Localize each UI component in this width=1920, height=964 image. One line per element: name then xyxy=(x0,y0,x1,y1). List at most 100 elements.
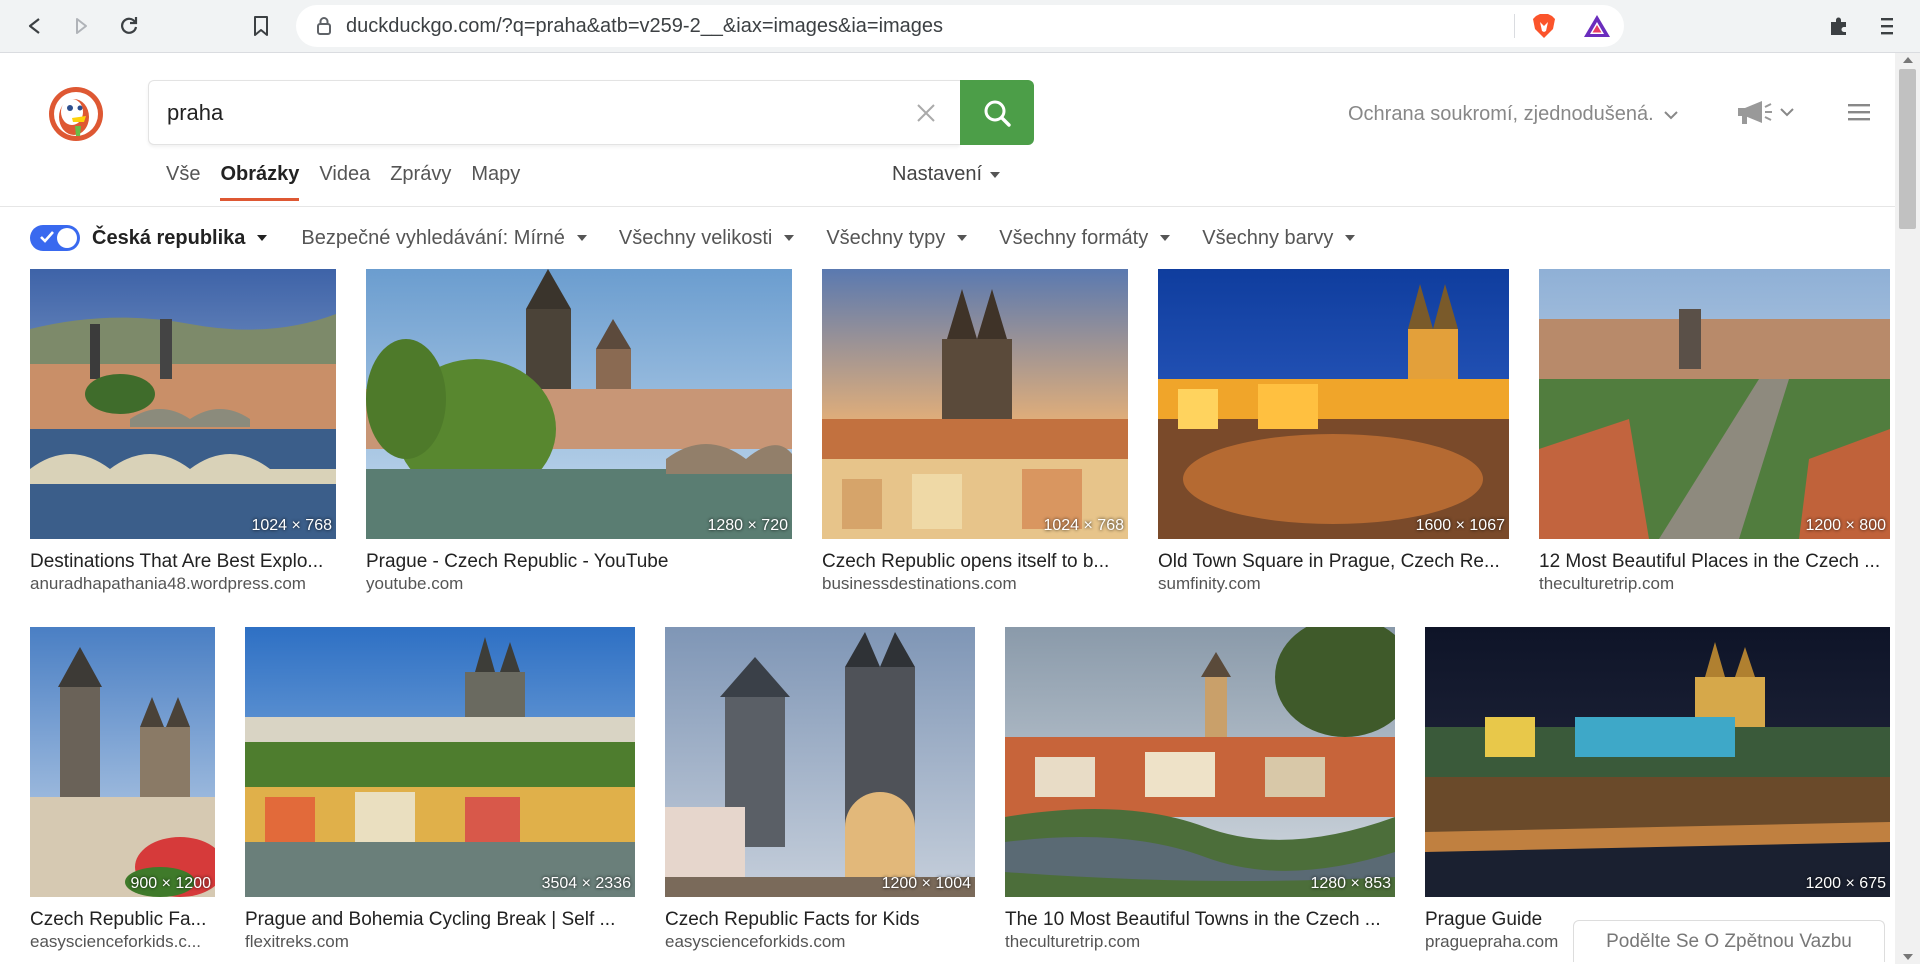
result-thumbnail[interactable]: 900 × 1200 xyxy=(30,627,215,897)
region-toggle[interactable] xyxy=(30,225,80,251)
result-title[interactable]: Czech Republic opens itself to b... xyxy=(822,551,1128,573)
result-thumbnail[interactable]: 1200 × 1004 xyxy=(665,627,975,897)
filter-label: Bezpečné vyhledávání: Mírné xyxy=(301,226,565,249)
feedback-button[interactable]: Podělte Se O Zpětnou Vazbu xyxy=(1573,920,1885,962)
result-source[interactable]: theculturetrip.com xyxy=(1005,931,1395,953)
image-dimensions: 1200 × 1004 xyxy=(881,875,971,892)
type-filter[interactable]: Všechny typy xyxy=(826,226,968,250)
prague-castle-night-image xyxy=(1425,627,1890,897)
result-thumbnail[interactable]: 3504 × 2336 xyxy=(245,627,635,897)
old-town-hall-tower-image xyxy=(30,627,215,897)
puzzle-icon xyxy=(1831,17,1846,35)
result-title[interactable]: The 10 Most Beautiful Towns in the Czech… xyxy=(1005,909,1395,931)
result-thumbnail[interactable]: 1024 × 768 xyxy=(822,269,1128,539)
size-filter[interactable]: Všechny velikosti xyxy=(619,227,795,250)
image-result[interactable]: 1024 × 768 Czech Republic opens itself t… xyxy=(822,269,1128,595)
image-result[interactable]: 1200 × 1004 Czech Republic Facts for Kid… xyxy=(665,627,975,953)
image-result[interactable]: 1200 × 675 Prague Guide praguepraha.com xyxy=(1425,627,1890,953)
result-source[interactable]: easyscienceforkids.c... xyxy=(30,931,215,953)
result-source[interactable]: youtube.com xyxy=(366,573,792,595)
filter-label: Všechny typy xyxy=(826,226,946,249)
format-filter[interactable]: Všechny formáty xyxy=(999,226,1171,250)
result-title[interactable]: Czech Republic Facts for Kids xyxy=(665,909,975,931)
result-title[interactable]: 12 Most Beautiful Places in the Czech ..… xyxy=(1539,551,1890,573)
chevron-down-icon xyxy=(1780,108,1794,117)
result-title[interactable]: Czech Republic Fa... xyxy=(30,909,215,931)
result-thumbnail[interactable]: 1280 × 720 xyxy=(366,269,792,539)
image-result[interactable]: 3504 × 2336 Prague and Bohemia Cycling B… xyxy=(245,627,635,953)
image-dimensions: 3504 × 2336 xyxy=(541,875,631,892)
image-result[interactable]: 1600 × 1067 Old Town Square in Prague, C… xyxy=(1158,269,1509,595)
tab-videos[interactable]: Videa xyxy=(309,163,380,200)
result-source[interactable]: theculturetrip.com xyxy=(1539,573,1890,595)
result-title[interactable]: Destinations That Are Best Explo... xyxy=(30,551,336,573)
image-result[interactable]: 1200 × 800 12 Most Beautiful Places in t… xyxy=(1539,269,1890,595)
result-title[interactable]: Prague - Czech Republic - YouTube xyxy=(366,551,792,573)
brave-shields-icon[interactable] xyxy=(1532,13,1556,39)
color-filter[interactable]: Všechny barvy xyxy=(1202,227,1356,250)
image-result[interactable]: 1280 × 720 Prague - Czech Republic - You… xyxy=(366,269,792,595)
search-input[interactable] xyxy=(167,81,867,144)
result-thumbnail[interactable]: 1200 × 800 xyxy=(1539,269,1890,539)
caret-down-icon xyxy=(990,171,1001,178)
scroll-down-icon[interactable] xyxy=(1903,954,1913,960)
image-result[interactable]: 1280 × 853 The 10 Most Beautiful Towns i… xyxy=(1005,627,1395,953)
tab-all[interactable]: Vše xyxy=(166,163,210,200)
announcements-dropdown[interactable] xyxy=(1736,99,1794,125)
address-bar[interactable]: duckduckgo.com/?q=praha&atb=v259-2__&iax… xyxy=(296,5,1624,47)
prague-castle-riverside-image xyxy=(245,627,635,897)
search-header: Ochrana soukromí, zjednodušená. Vše Obrá… xyxy=(0,53,1895,207)
scroll-up-icon[interactable] xyxy=(1903,57,1913,63)
result-source[interactable]: anuradhapathania48.wordpress.com xyxy=(30,573,336,595)
page-scrollbar[interactable] xyxy=(1895,53,1920,964)
tab-maps[interactable]: Mapy xyxy=(461,163,530,200)
privacy-dropdown[interactable]: Ochrana soukromí, zjednodušená. xyxy=(1348,103,1678,126)
result-source[interactable]: sumfinity.com xyxy=(1158,573,1509,595)
prague-bridges-image xyxy=(30,269,336,539)
image-filters: Česká republika Bezpečné vyhledávání: Mí… xyxy=(30,222,1387,254)
charles-bridge-aerial-image xyxy=(1539,269,1890,539)
caret-down-icon xyxy=(1160,235,1171,241)
result-title[interactable]: Prague and Bohemia Cycling Break | Self … xyxy=(245,909,635,931)
result-thumbnail[interactable]: 1200 × 675 xyxy=(1425,627,1890,897)
prague-riverside-image xyxy=(366,269,792,539)
url-text: duckduckgo.com/?q=praha&atb=v259-2__&iax… xyxy=(346,15,944,37)
settings-label: Nastavení xyxy=(892,163,983,185)
menu-button[interactable] xyxy=(1870,9,1904,43)
back-icon xyxy=(28,18,40,34)
extensions-button[interactable] xyxy=(1822,9,1856,43)
safe-search-filter[interactable]: Bezpečné vyhledávání: Mírné xyxy=(301,227,587,250)
result-thumbnail[interactable]: 1280 × 853 xyxy=(1005,627,1395,897)
result-source[interactable]: businessdestinations.com xyxy=(822,573,1128,595)
forward-button[interactable] xyxy=(64,9,98,43)
tab-images[interactable]: Obrázky xyxy=(210,163,309,201)
lock-icon xyxy=(317,17,331,35)
region-filter[interactable]: Česká republika xyxy=(92,226,268,250)
filter-label: Všechny formáty xyxy=(999,226,1149,249)
caret-down-icon xyxy=(957,235,968,241)
hamburger-menu-icon[interactable] xyxy=(1846,101,1872,123)
clear-search-button[interactable] xyxy=(912,99,940,127)
reload-button[interactable] xyxy=(112,9,146,43)
search-type-tabs: Vše Obrázky Videa Zprávy Mapy xyxy=(166,163,530,201)
settings-dropdown[interactable]: Nastavení xyxy=(892,163,1001,186)
tab-news[interactable]: Zprávy xyxy=(380,163,461,200)
caret-down-icon xyxy=(784,235,795,241)
image-result[interactable]: 900 × 1200 Czech Republic Fa... easyscie… xyxy=(30,627,215,953)
result-thumbnail[interactable]: 1024 × 768 xyxy=(30,269,336,539)
scrollbar-thumb[interactable] xyxy=(1899,69,1916,229)
region-label: Česká republika xyxy=(92,226,246,249)
cesky-krumlov-image xyxy=(1005,627,1395,897)
back-button[interactable] xyxy=(18,9,52,43)
caret-down-icon xyxy=(576,235,587,241)
duckduckgo-logo[interactable] xyxy=(48,86,104,142)
image-result[interactable]: 1024 × 768 Destinations That Are Best Ex… xyxy=(30,269,336,595)
forward-icon xyxy=(76,18,87,34)
result-source[interactable]: easyscienceforkids.com xyxy=(665,931,975,953)
result-title[interactable]: Old Town Square in Prague, Czech Re... xyxy=(1158,551,1509,573)
brave-rewards-icon[interactable] xyxy=(1583,14,1611,38)
search-button[interactable] xyxy=(960,80,1034,145)
result-source[interactable]: flexitreks.com xyxy=(245,931,635,953)
result-thumbnail[interactable]: 1600 × 1067 xyxy=(1158,269,1509,539)
bookmark-button[interactable] xyxy=(244,9,278,43)
